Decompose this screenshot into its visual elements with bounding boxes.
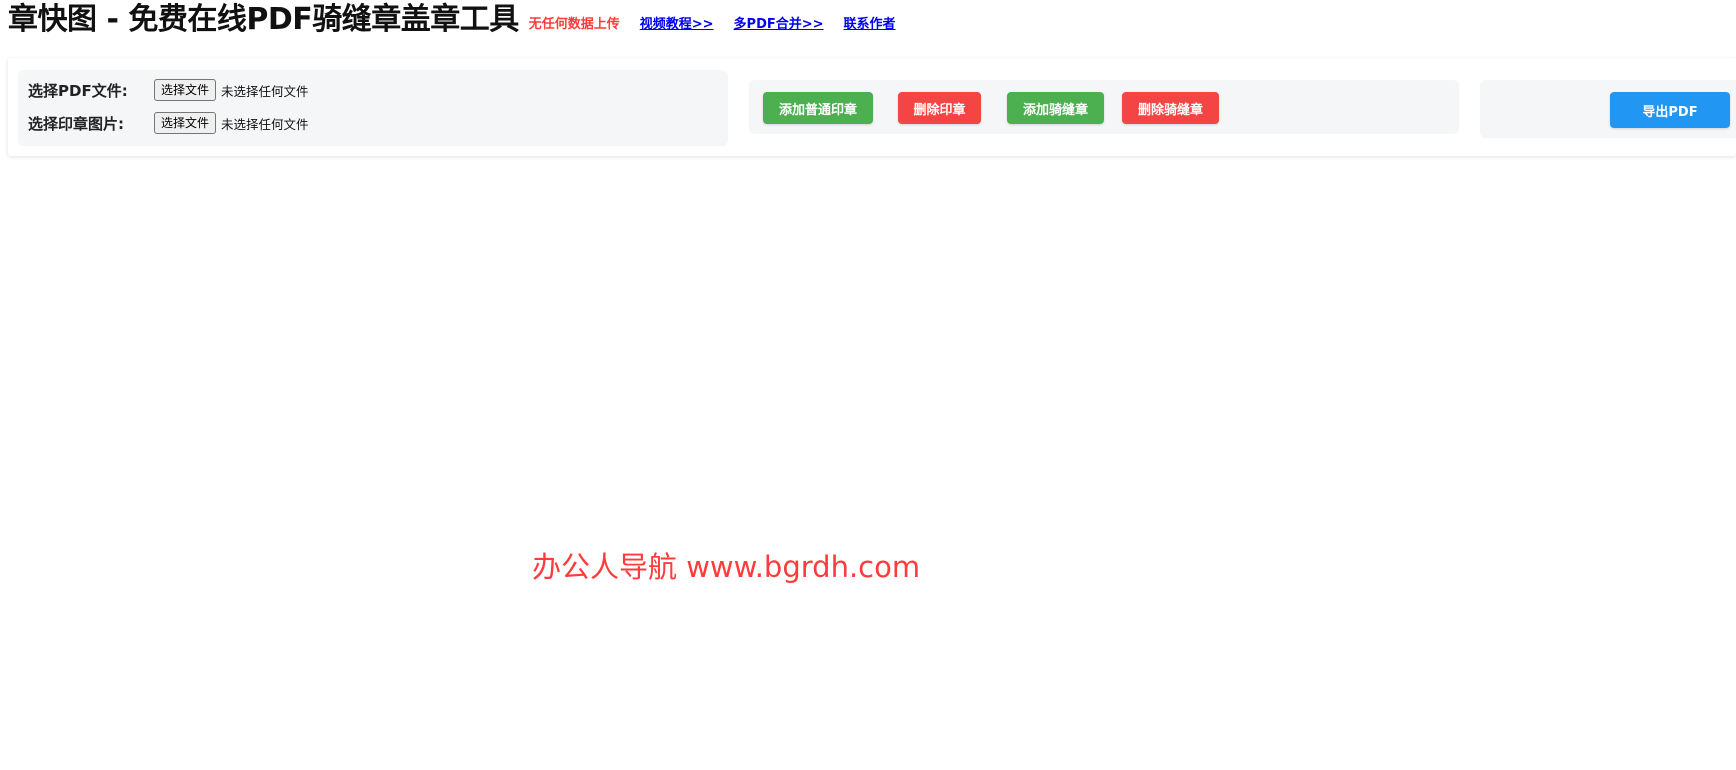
header: 章快图 - 免费在线PDF骑缝章盖章工具 无任何数据上传 视频教程>> 多PDF… [8, 2, 896, 38]
pdf-merge-link[interactable]: 多PDF合并>> [734, 13, 824, 32]
pdf-file-status: 未选择任何文件 [221, 83, 309, 99]
add-seam-stamp-button[interactable]: 添加骑缝章 [1007, 92, 1104, 124]
watermark-text: 办公人导航 www.bgrdh.com [532, 550, 921, 584]
delete-stamp-button[interactable]: 删除印章 [898, 92, 981, 124]
pdf-file-row: 选择PDF文件: 选择文件 未选择任何文件 [28, 78, 309, 102]
delete-seam-stamp-button[interactable]: 删除骑缝章 [1122, 92, 1219, 124]
privacy-note: 无任何数据上传 [528, 17, 620, 32]
toolbar: 选择PDF文件: 选择文件 未选择任何文件 选择印章图片: 选择文件 未选择任何… [8, 58, 1736, 156]
stamp-image-label: 选择印章图片: [28, 114, 124, 133]
video-tutorial-link[interactable]: 视频教程>> [640, 13, 714, 32]
stamp-actions-panel: 添加普通印章 删除印章 添加骑缝章 删除骑缝章 [749, 80, 1459, 134]
stamp-file-row: 选择印章图片: 选择文件 未选择任何文件 [28, 111, 309, 135]
page-title: 章快图 - 免费在线PDF骑缝章盖章工具 [8, 2, 519, 37]
file-select-panel: 选择PDF文件: 选择文件 未选择任何文件 选择印章图片: 选择文件 未选择任何… [18, 70, 728, 146]
export-pdf-button[interactable]: 导出PDF [1610, 92, 1730, 128]
pdf-file-label: 选择PDF文件: [28, 81, 128, 100]
choose-pdf-button[interactable]: 选择文件 [154, 79, 217, 101]
stamp-file-status: 未选择任何文件 [221, 116, 309, 132]
contact-author-link[interactable]: 联系作者 [844, 13, 896, 32]
export-panel: 导出PDF [1480, 80, 1736, 138]
choose-stamp-button[interactable]: 选择文件 [154, 112, 217, 134]
add-stamp-button[interactable]: 添加普通印章 [763, 92, 873, 124]
